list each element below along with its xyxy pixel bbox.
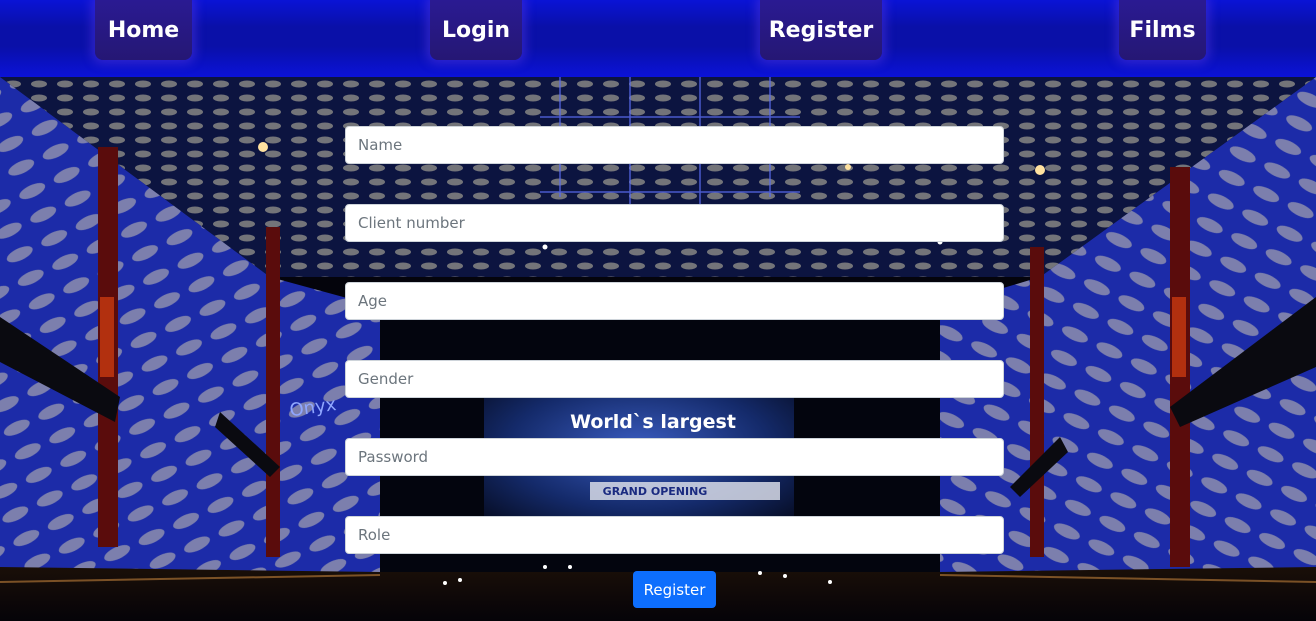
register-submit-button[interactable]: Register [633,571,716,608]
password-input[interactable] [345,438,1004,476]
gender-input[interactable] [345,360,1004,398]
nav-films-button[interactable]: Films [1119,0,1206,60]
top-navbar: Home Login Register Films [0,0,1316,77]
registration-form: Register [0,0,1316,621]
nav-home-button[interactable]: Home [95,0,192,60]
role-input[interactable] [345,516,1004,554]
age-input[interactable] [345,282,1004,320]
client-number-input[interactable] [345,204,1004,242]
name-input[interactable] [345,126,1004,164]
nav-login-button[interactable]: Login [430,0,522,60]
nav-register-button[interactable]: Register [760,0,882,60]
